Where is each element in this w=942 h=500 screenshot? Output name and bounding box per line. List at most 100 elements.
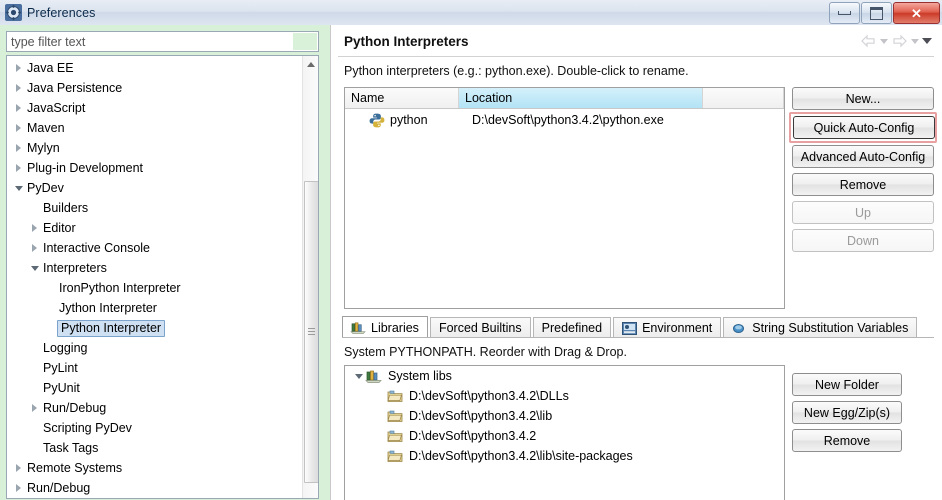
- filter-input-wrapper[interactable]: type filter text: [6, 31, 319, 52]
- tree-item-label: PyUnit: [43, 381, 80, 395]
- expand-collapse-icon[interactable]: [13, 178, 26, 198]
- expand-collapse-icon[interactable]: [13, 118, 26, 138]
- view-menu-dropdown-icon[interactable]: [922, 38, 932, 44]
- expand-collapse-icon[interactable]: [353, 366, 366, 386]
- tab-libraries[interactable]: Libraries: [342, 316, 428, 338]
- library-path-label: D:\devSoft\python3.4.2: [409, 429, 537, 443]
- tab-underline: [342, 337, 934, 338]
- string-substitution-icon: [732, 322, 747, 335]
- remove-button[interactable]: Remove: [792, 429, 902, 452]
- tree-item-maven[interactable]: Maven: [7, 118, 303, 138]
- tree-item-label: Interpreters: [43, 261, 107, 275]
- tree-scrollbar-thumb[interactable]: [304, 181, 318, 483]
- tree-item-python-interpreter[interactable]: Python Interpreter: [7, 318, 303, 338]
- forward-arrow-icon[interactable]: [891, 34, 908, 48]
- tree-item-plug-in-development[interactable]: Plug-in Development: [7, 158, 303, 178]
- new-egg-zip-s-button[interactable]: New Egg/Zip(s): [792, 401, 902, 424]
- tab-predefined[interactable]: Predefined: [532, 317, 612, 338]
- library-actions: New Folder New Egg/Zip(s) Remove: [792, 373, 902, 457]
- preferences-gear-icon: [5, 4, 22, 21]
- tab-environment[interactable]: Environment: [613, 317, 722, 338]
- system-pythonpath-list[interactable]: System libs D:\devSoft\python3.4.2\DLLs D…: [344, 365, 785, 500]
- expand-collapse-icon[interactable]: [29, 238, 42, 258]
- tree-item-label: Interactive Console: [43, 241, 151, 255]
- python-interpreters-page: Python Interpreters Python interpreters …: [330, 25, 942, 500]
- table-row[interactable]: python D:\devSoft\python3.4.2\python.exe: [345, 109, 784, 131]
- library-path-row[interactable]: D:\devSoft\python3.4.2\DLLs: [345, 386, 784, 406]
- tree-item-pydev[interactable]: PyDev: [7, 178, 303, 198]
- tree-item-scripting-pydev[interactable]: Scripting PyDev: [7, 418, 303, 438]
- tab-string-substitution-variables[interactable]: String Substitution Variables: [723, 317, 918, 338]
- tree-item-pyunit[interactable]: PyUnit: [7, 378, 303, 398]
- back-arrow-icon[interactable]: [860, 34, 877, 48]
- expand-collapse-icon[interactable]: [29, 398, 42, 418]
- tree-item-label: Plug-in Development: [27, 161, 144, 175]
- remove-button[interactable]: Remove: [792, 173, 934, 196]
- tree-item-editor[interactable]: Editor: [7, 218, 303, 238]
- minimize-button[interactable]: [829, 2, 860, 24]
- expand-collapse-icon[interactable]: [13, 78, 26, 98]
- forward-dropdown-icon[interactable]: [911, 38, 919, 44]
- tree-item-mylyn[interactable]: Mylyn: [7, 138, 303, 158]
- filter-clear-icon[interactable]: [293, 33, 317, 50]
- maximize-button[interactable]: [861, 2, 892, 24]
- python-icon: [369, 113, 385, 128]
- expand-collapse-icon[interactable]: [29, 218, 42, 238]
- folder-icon: [387, 389, 403, 403]
- tree-item-task-tags[interactable]: Task Tags: [7, 438, 303, 458]
- scroll-up-arrow-icon[interactable]: [303, 56, 318, 72]
- tree-item-java-persistence[interactable]: Java Persistence: [7, 78, 303, 98]
- quick-auto-config-button[interactable]: Quick Auto-Config: [793, 116, 935, 139]
- tree-item-run-debug[interactable]: Run/Debug: [7, 478, 303, 498]
- library-path-row[interactable]: D:\devSoft\python3.4.2: [345, 426, 784, 446]
- new-button[interactable]: New...: [792, 87, 934, 110]
- tree-scrollbar[interactable]: [302, 56, 318, 498]
- tree-item-run-debug[interactable]: Run/Debug: [7, 398, 303, 418]
- preferences-tree-pane: type filter text Java EE Java Persistence…: [0, 25, 330, 500]
- tab-forced-builtins[interactable]: Forced Builtins: [429, 317, 531, 338]
- tree-item-label: IronPython Interpreter: [59, 281, 181, 295]
- expand-collapse-icon[interactable]: [29, 258, 42, 278]
- expand-collapse-icon[interactable]: [13, 58, 26, 78]
- expand-collapse-icon[interactable]: [13, 158, 26, 178]
- expand-collapse-icon[interactable]: [13, 478, 26, 498]
- new-folder-button[interactable]: New Folder: [792, 373, 902, 396]
- advanced-auto-config-button[interactable]: Advanced Auto-Config: [792, 145, 934, 168]
- tree-item-label: Run/Debug: [43, 401, 107, 415]
- expand-collapse-icon[interactable]: [13, 98, 26, 118]
- library-path-row[interactable]: D:\devSoft\python3.4.2\lib: [345, 406, 784, 426]
- cell-interpreter-name: python: [390, 113, 428, 127]
- tree-item-javascript[interactable]: JavaScript: [7, 98, 303, 118]
- tree-item-label: Remote Systems: [27, 461, 123, 475]
- tree-item-label: Builders: [43, 201, 89, 215]
- interpreters-table[interactable]: Name Location python D:\devSoft\python3.4…: [344, 87, 785, 309]
- window-title: Preferences: [27, 5, 96, 20]
- tree-item-ironpython-interpreter[interactable]: IronPython Interpreter: [7, 278, 303, 298]
- expand-collapse-icon[interactable]: [13, 138, 26, 158]
- tree-item-builders[interactable]: Builders: [7, 198, 303, 218]
- expand-collapse-icon[interactable]: [13, 458, 26, 478]
- tree-item-label: Run/Debug: [27, 481, 91, 495]
- column-header-location[interactable]: Location: [459, 88, 703, 108]
- library-path-row[interactable]: D:\devSoft\python3.4.2\lib\site-packages: [345, 446, 784, 466]
- tree-item-java-ee[interactable]: Java EE: [7, 58, 303, 78]
- tree-item-label: Python Interpreter: [57, 319, 166, 337]
- tab-label: Libraries: [371, 320, 419, 335]
- tree-item-jython-interpreter[interactable]: Jython Interpreter: [7, 298, 303, 318]
- tree-item-label: Maven: [27, 121, 65, 135]
- column-header-name[interactable]: Name: [345, 88, 459, 108]
- tree-item-interpreters[interactable]: Interpreters: [7, 258, 303, 278]
- tree-item-interactive-console[interactable]: Interactive Console: [7, 238, 303, 258]
- tree-item-logging[interactable]: Logging: [7, 338, 303, 358]
- back-dropdown-icon[interactable]: [880, 38, 888, 44]
- tree-item-remote-systems[interactable]: Remote Systems: [7, 458, 303, 478]
- library-root-row[interactable]: System libs: [345, 366, 784, 386]
- tree-item-pylint[interactable]: PyLint: [7, 358, 303, 378]
- close-button[interactable]: ✕: [893, 2, 940, 24]
- settings-tree[interactable]: Java EE Java Persistence JavaScript Maven My…: [6, 55, 319, 499]
- folder-icon: [387, 429, 403, 443]
